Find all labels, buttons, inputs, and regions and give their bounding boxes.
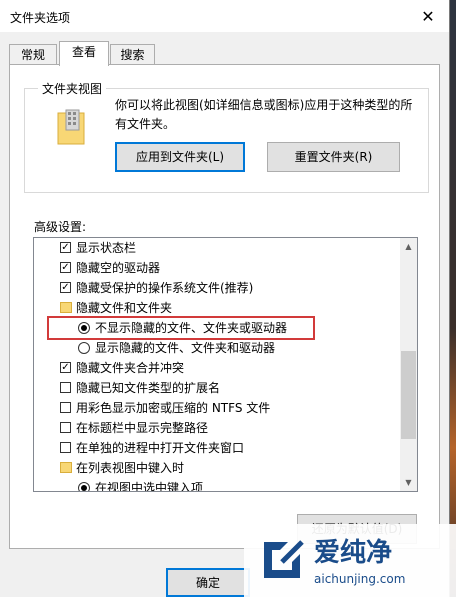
list-item[interactable]: 在标题栏中显示完整路径	[34, 418, 400, 438]
checkbox[interactable]	[60, 442, 71, 453]
list-item-label: 用彩色显示加密或压缩的 NTFS 文件	[76, 401, 271, 415]
list-item-label: 隐藏已知文件类型的扩展名	[76, 381, 221, 395]
list-item[interactable]: ✓ 隐藏受保护的操作系统文件(推荐)	[34, 278, 400, 298]
folder-views-caption: 文件夹视图	[38, 80, 107, 97]
checkbox[interactable]: ✓	[60, 242, 71, 253]
tab-general[interactable]: 常规	[9, 44, 57, 65]
watermark: 爱纯净 aichunjing.com	[244, 524, 456, 597]
checkbox[interactable]: ✓	[60, 282, 71, 293]
list-item[interactable]: 隐藏已知文件类型的扩展名	[34, 378, 400, 398]
checkbox[interactable]	[60, 402, 71, 413]
list-item-label: 隐藏文件和文件夹	[76, 301, 173, 315]
window-title: 文件夹选项	[10, 11, 71, 25]
vertical-scrollbar[interactable]: ▲ ▼	[400, 238, 417, 491]
list-item[interactable]: 显示隐藏的文件、文件夹和驱动器	[34, 338, 400, 358]
list-item-label: 显示状态栏	[76, 241, 137, 255]
folder-icon	[60, 462, 72, 473]
radio-button[interactable]	[78, 482, 90, 491]
folder-views-description: 你可以将此视图(如详细信息或图标)应用于这种类型的所有文件夹。	[115, 98, 413, 131]
reset-folders-button[interactable]: 重置文件夹(R)	[267, 142, 400, 172]
list-item-label: 在标题栏中显示完整路径	[76, 421, 209, 435]
radio-button[interactable]	[78, 342, 90, 354]
list-item-label: 隐藏受保护的操作系统文件(推荐)	[76, 281, 254, 295]
list-item[interactable]: ✓ 显示状态栏	[34, 238, 400, 258]
list-item-label: 隐藏文件夹合并冲突	[76, 361, 185, 375]
ok-button[interactable]: 确定	[166, 568, 250, 597]
list-item[interactable]: 用彩色显示加密或压缩的 NTFS 文件	[34, 398, 400, 418]
brand-logo-icon	[264, 540, 304, 578]
list-item: 隐藏文件和文件夹	[34, 298, 400, 318]
folder-icon	[60, 302, 72, 313]
title-bar: 文件夹选项 ✕	[0, 0, 449, 32]
close-icon[interactable]: ✕	[407, 0, 449, 32]
advanced-settings-label: 高级设置:	[34, 220, 87, 234]
apply-to-folders-button[interactable]: 应用到文件夹(L)	[115, 142, 245, 172]
watermark-url: aichunjing.com	[314, 572, 406, 586]
list-item-label: 在列表视图中键入时	[76, 461, 185, 475]
checkbox[interactable]: ✓	[60, 362, 71, 373]
folder-view-icon	[57, 109, 85, 145]
checkbox[interactable]	[60, 422, 71, 433]
advanced-settings-list[interactable]: ✓ 显示状态栏 ✓ 隐藏空的驱动器 ✓ 隐藏受保护的操作系统文件(推荐) 隐藏文…	[33, 237, 418, 492]
list-item[interactable]: ✓ 隐藏空的驱动器	[34, 258, 400, 278]
list-item: 在列表视图中键入时	[34, 458, 400, 478]
scroll-up-icon[interactable]: ▲	[400, 238, 417, 255]
scroll-down-icon[interactable]: ▼	[400, 474, 417, 491]
list-item[interactable]: ✓ 隐藏文件夹合并冲突	[34, 358, 400, 378]
highlight-box	[47, 316, 315, 340]
checkbox[interactable]	[60, 382, 71, 393]
watermark-brand: 爱纯净	[314, 538, 393, 568]
list-item-label: 在单独的进程中打开文件夹窗口	[76, 441, 245, 455]
list-item[interactable]: 在单独的进程中打开文件夹窗口	[34, 438, 400, 458]
list-item-label: 显示隐藏的文件、文件夹和驱动器	[95, 341, 276, 355]
list-item-label: 在视图中选中键入项	[95, 481, 204, 492]
checkbox[interactable]: ✓	[60, 262, 71, 273]
list-item-label: 隐藏空的驱动器	[76, 261, 161, 275]
folder-options-dialog: 文件夹选项 ✕ 常规 查看 搜索 文件夹视图 你可以将此视图(如详细信息或图标)…	[0, 0, 450, 597]
list-item[interactable]: 在视图中选中键入项	[34, 478, 400, 492]
tab-view[interactable]: 查看	[59, 41, 109, 66]
scroll-thumb[interactable]	[401, 351, 416, 439]
tab-search[interactable]: 搜索	[110, 44, 155, 65]
